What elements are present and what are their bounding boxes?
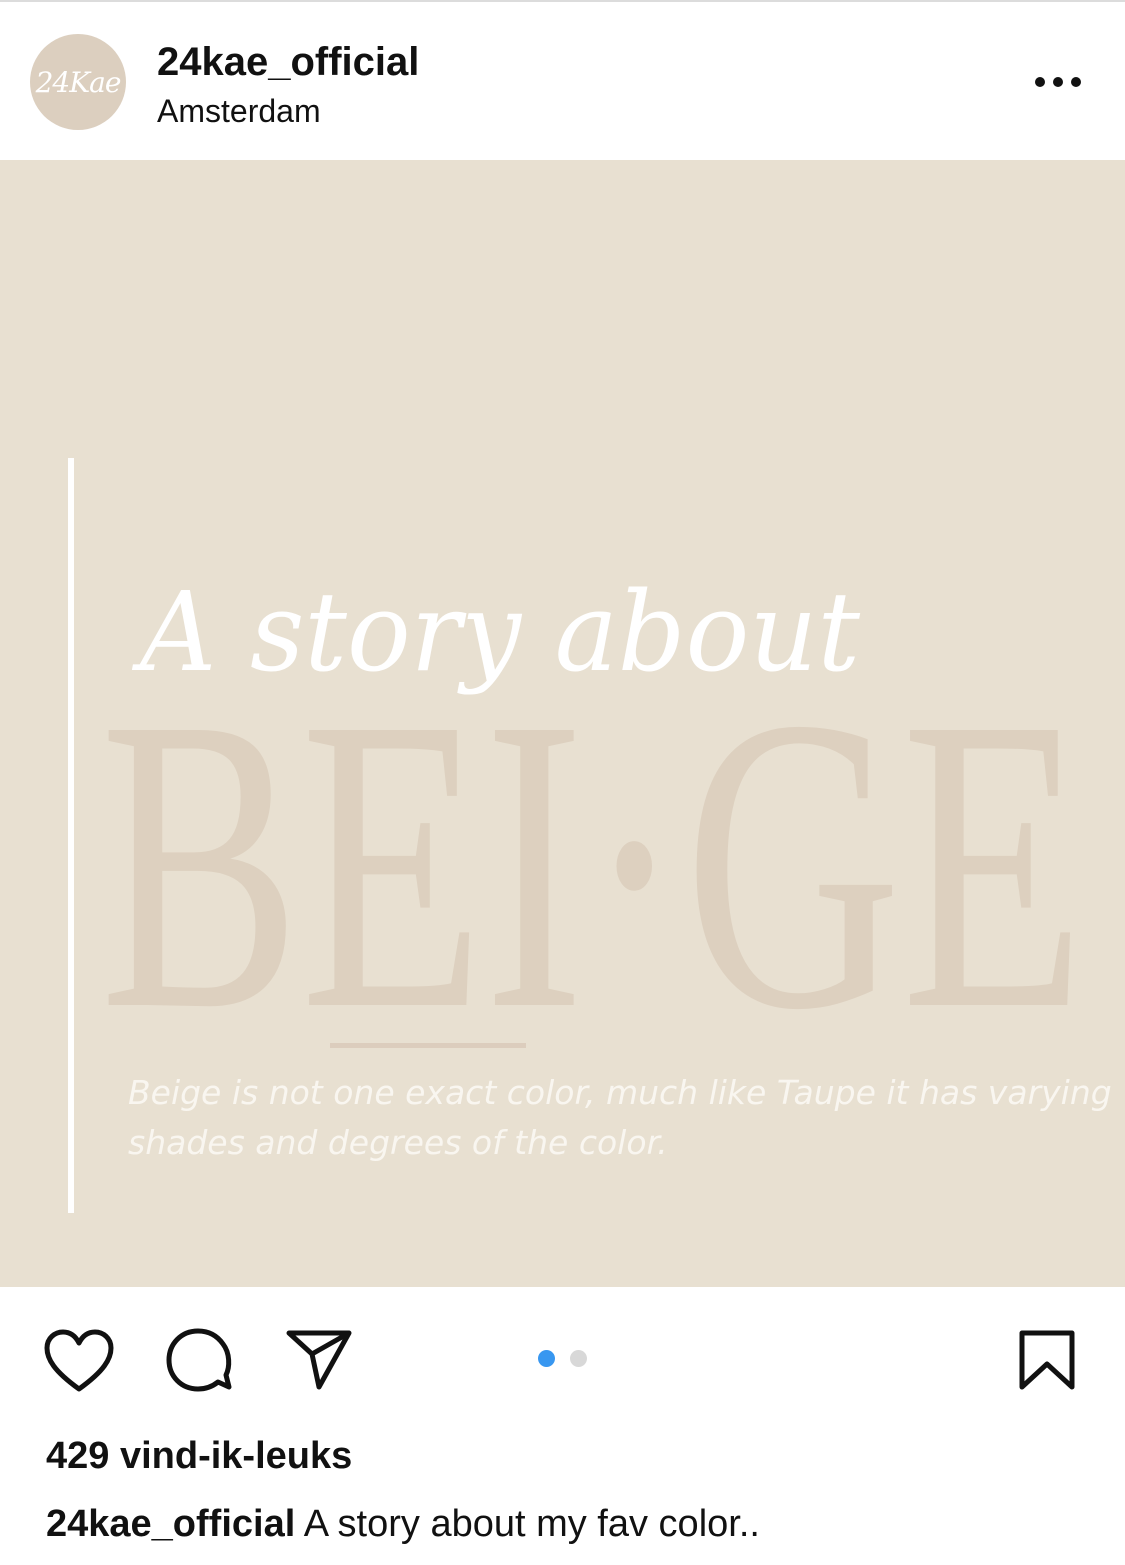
caption-text: A story about my fav color.. <box>303 1503 760 1545</box>
post-username[interactable]: 24kae_official <box>157 40 419 85</box>
avatar-logo-text: 24Kae <box>35 65 122 99</box>
post-header: 24Kae 24kae_official Amsterdam <box>0 2 1125 160</box>
script-title: A story about <box>131 568 860 696</box>
likes-count[interactable]: 429 vind-ik-leuks <box>46 1435 352 1478</box>
script-title-text: A story about <box>131 568 860 696</box>
post-image[interactable]: BEI·GE A story about Beige is not one ex… <box>0 160 1125 1287</box>
post-actions <box>0 1287 1125 1427</box>
send-icon[interactable] <box>285 1329 353 1391</box>
carousel-dot <box>570 1350 588 1367</box>
more-horizontal-icon[interactable] <box>1030 68 1086 96</box>
avatar[interactable]: 24Kae <box>30 34 126 130</box>
decorative-vertical-bar <box>68 458 74 1213</box>
post-location[interactable]: Amsterdam <box>157 93 321 130</box>
decorative-underline <box>330 1043 526 1048</box>
heart-icon[interactable] <box>44 1329 114 1393</box>
carousel-dot-active <box>538 1350 555 1367</box>
image-description: Beige is not one exact color, much like … <box>128 1073 1112 1162</box>
bookmark-icon[interactable] <box>1018 1329 1076 1391</box>
comment-icon[interactable] <box>165 1327 233 1393</box>
caption-username[interactable]: 24kae_official <box>46 1503 295 1545</box>
carousel-indicator <box>538 1350 598 1368</box>
post-caption: 24kae_official A story about my fav colo… <box>46 1503 760 1546</box>
